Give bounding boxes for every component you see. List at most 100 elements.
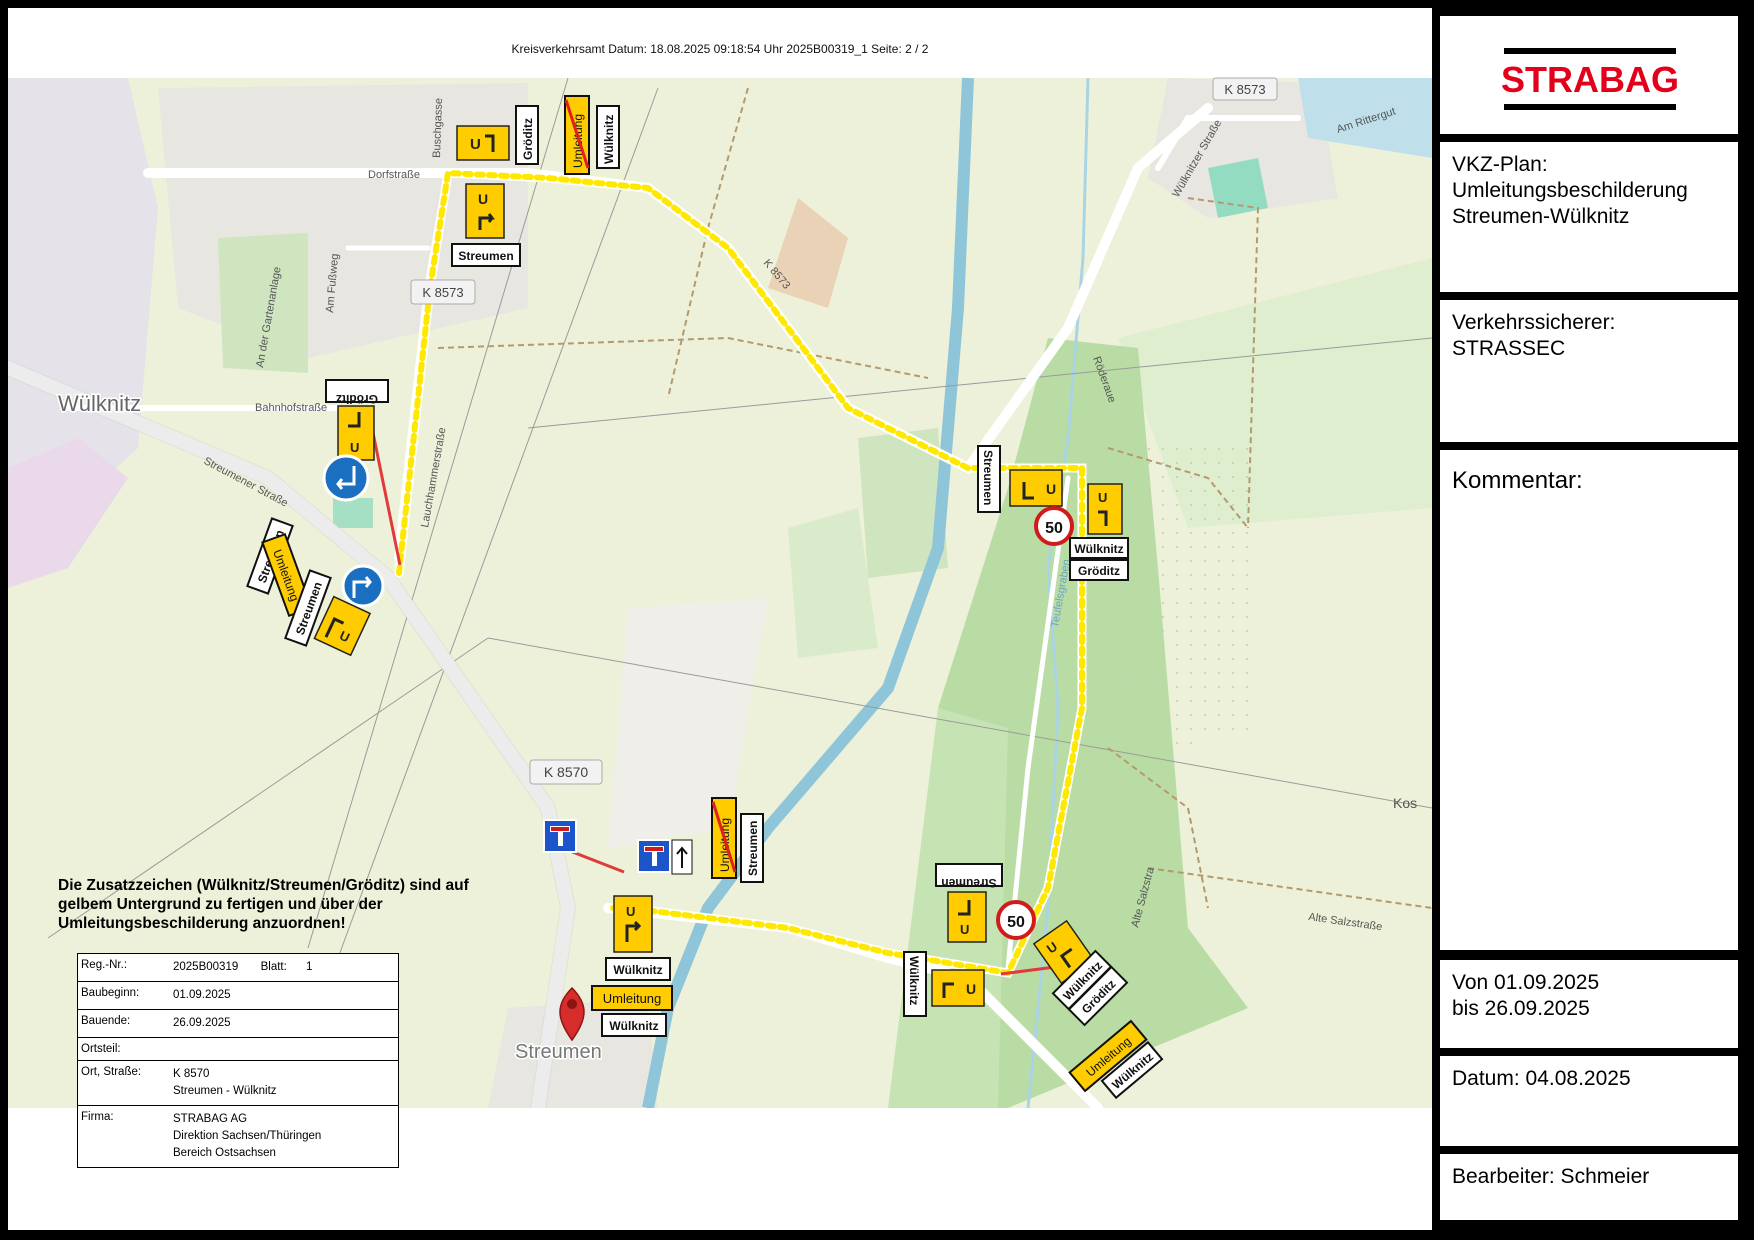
dead-end-sign-1 [543,819,577,853]
place-sign-streumen-bottom: Streumen [740,813,764,883]
road-label-dorfstrasse: Dorfstraße [368,169,420,181]
road-label-kos: Kos [1393,795,1417,811]
green-patch [333,498,373,528]
info-label: Ort, Straße: [81,1066,142,1078]
svg-text:Gröditz: Gröditz [336,392,378,406]
info-row-baubeginn: Baubeginn: 01.09.2025 [78,982,398,1010]
datum: Datum: 04.08.2025 [1452,1067,1631,1090]
road-label-bahnhofstrasse: Bahnhofstraße [255,402,327,414]
info-row-bauende: Bauende: 26.09.2025 [78,1010,398,1038]
road-shield-k8573: K 8573 [410,279,476,305]
detour-sign-mid-2[interactable]: U [1087,483,1123,535]
map-area[interactable]: Wülknitz Streumen Dorfstraße Bahnhofstra… [8,8,1432,1230]
info-label: Ortsteil: [81,1043,121,1055]
umleitung-sign-bottom: Umleitung [711,797,737,879]
place-sign-wuelknitz-top: Wülknitz [596,105,620,169]
info-value: K 8570 Streumen - Wülknitz [173,1068,277,1097]
detour-sign-top-2[interactable]: U [465,183,505,239]
kommentar-box: Kommentar: [1440,450,1738,950]
info-row-reg-nr: Reg.-Nr.: 2025B00319 Blatt: 1 [78,954,398,982]
detour-sign-mid-1[interactable]: U [1009,469,1063,507]
place-sign-groeditz-left: Gröditz [325,379,389,406]
svg-text:Wülknitz: Wülknitz [613,963,662,977]
place-sign-streumen-right: Streumen [935,863,1003,890]
info-row-firma: Firma: STRABAG AG Direktion Sachsen/Thür… [78,1106,398,1167]
info-label: Reg.-Nr.: [81,959,128,971]
info-value: 01.09.2025 [173,989,231,1001]
bearbeiter: Bearbeiter: Schmeier [1452,1165,1650,1188]
svg-text:U: U [478,191,488,207]
sports-field [1208,158,1268,218]
umleitung-sign-bottom-2: Umleitung [591,985,673,1011]
logo-wordmark: STRABAG [1501,59,1679,100]
info-value: 26.09.2025 [173,1017,231,1029]
svg-text:50: 50 [1007,914,1025,931]
instruction-note: Die Zusatzzeichen (Wülknitz/Streumen/Grö… [58,877,469,932]
info-label: Bauende: [81,1015,131,1027]
title-block-panel: STRABAG VKZ-Plan: Umleitungsbeschilderun… [1432,8,1746,1230]
mandatory-direction-sign-1 [322,454,370,502]
detour-sign-right-3[interactable]: U [931,969,985,1007]
svg-text:U: U [966,981,976,997]
map-canvas[interactable]: Wülknitz Streumen Dorfstraße Bahnhofstra… [8,8,1432,1108]
svg-text:Streumen: Streumen [746,821,760,876]
svg-text:Wülknitz: Wülknitz [602,115,616,164]
plan-title: VKZ-Plan: Umleitungsbeschilderung Streum… [1452,153,1688,228]
dead-end-sign-2 [637,839,693,875]
info-value: 2025B00319 Blatt: 1 [173,961,313,973]
svg-text:U: U [1098,490,1107,505]
header-print-line: Kreisverkehrsamt Datum: 18.08.2025 09:18… [511,42,929,56]
info-value: STRABAG AG Direktion Sachsen/Thüringen B… [173,1113,322,1159]
svg-text:Streumen: Streumen [941,876,996,890]
period: Von 01.09.2025 bis 26.09.2025 [1452,971,1600,1020]
svg-text:Wülknitz: Wülknitz [907,956,921,1005]
svg-text:K 8570: K 8570 [544,764,589,780]
verkehrssicherer: Verkehrssicherer: STRASSEC [1452,311,1616,360]
kommentar-label: Kommentar: [1452,467,1583,494]
svg-text:Gröditz: Gröditz [521,118,535,160]
place-sign-groeditz-top: Gröditz [515,105,539,165]
svg-text:Gröditz: Gröditz [1078,564,1120,578]
bearbeiter-box: Bearbeiter: Schmeier [1440,1154,1738,1220]
place-sign-groeditz-mid: Gröditz [1069,559,1129,581]
svg-text:Umleitung: Umleitung [603,991,662,1006]
svg-text:U: U [960,922,969,937]
road-label-buschgasse: Buschgasse [431,98,445,158]
place-label-wuelknitz: Wülknitz [58,391,141,416]
detour-sign-top-1[interactable]: U [456,125,510,161]
mandatory-direction-sign-2 [341,564,385,608]
road-shield-k8573-top: K 8573 [1212,77,1278,101]
svg-text:Wülknitz: Wülknitz [1074,542,1123,556]
place-sign-streumen-mid: Streumen [977,445,1001,513]
place-sign-wuelknitz-bottom-1: Wülknitz [605,957,671,981]
svg-text:U: U [1046,481,1056,497]
place-sign-wuelknitz-right-vertical: Wülknitz [903,951,927,1017]
detour-sign-right-1[interactable]: U [947,891,987,943]
strabag-logo: STRABAG [1501,48,1679,110]
svg-text:U: U [350,440,359,455]
svg-text:Streumen: Streumen [458,249,513,263]
plan-title-box: VKZ-Plan: Umleitungsbeschilderung Streum… [1440,142,1738,292]
detour-sign-bottom-1[interactable]: U [613,895,653,953]
umleitung-sign-top: Umleitung [564,95,590,175]
datum-box: Datum: 04.08.2025 [1440,1056,1738,1146]
svg-text:Streumen: Streumen [981,450,995,505]
info-row-ortsteil: Ortsteil: [78,1038,398,1061]
info-table: Reg.-Nr.: 2025B00319 Blatt: 1 Baubeginn:… [77,953,399,1168]
svg-text:K 8573: K 8573 [1224,82,1265,97]
verkehrssicherer-box: Verkehrssicherer: STRASSEC [1440,300,1738,442]
info-label: Baubeginn: [81,987,140,999]
info-label: Firma: [81,1111,114,1123]
place-sign-streumen-top: Streumen [451,243,521,267]
place-label-streumen: Streumen [515,1041,602,1063]
svg-text:K 8573: K 8573 [422,285,463,300]
info-value [173,1043,395,1055]
period-box: Von 01.09.2025 bis 26.09.2025 [1440,960,1738,1048]
svg-text:Wülknitz: Wülknitz [609,1019,658,1033]
road-shield-k8570: K 8570 [529,759,603,785]
svg-text:U: U [470,136,481,153]
logo-box: STRABAG [1440,16,1738,134]
svg-text:U: U [626,904,635,919]
detour-sign-left-1[interactable]: U [337,405,375,461]
svg-text:50: 50 [1045,520,1063,537]
